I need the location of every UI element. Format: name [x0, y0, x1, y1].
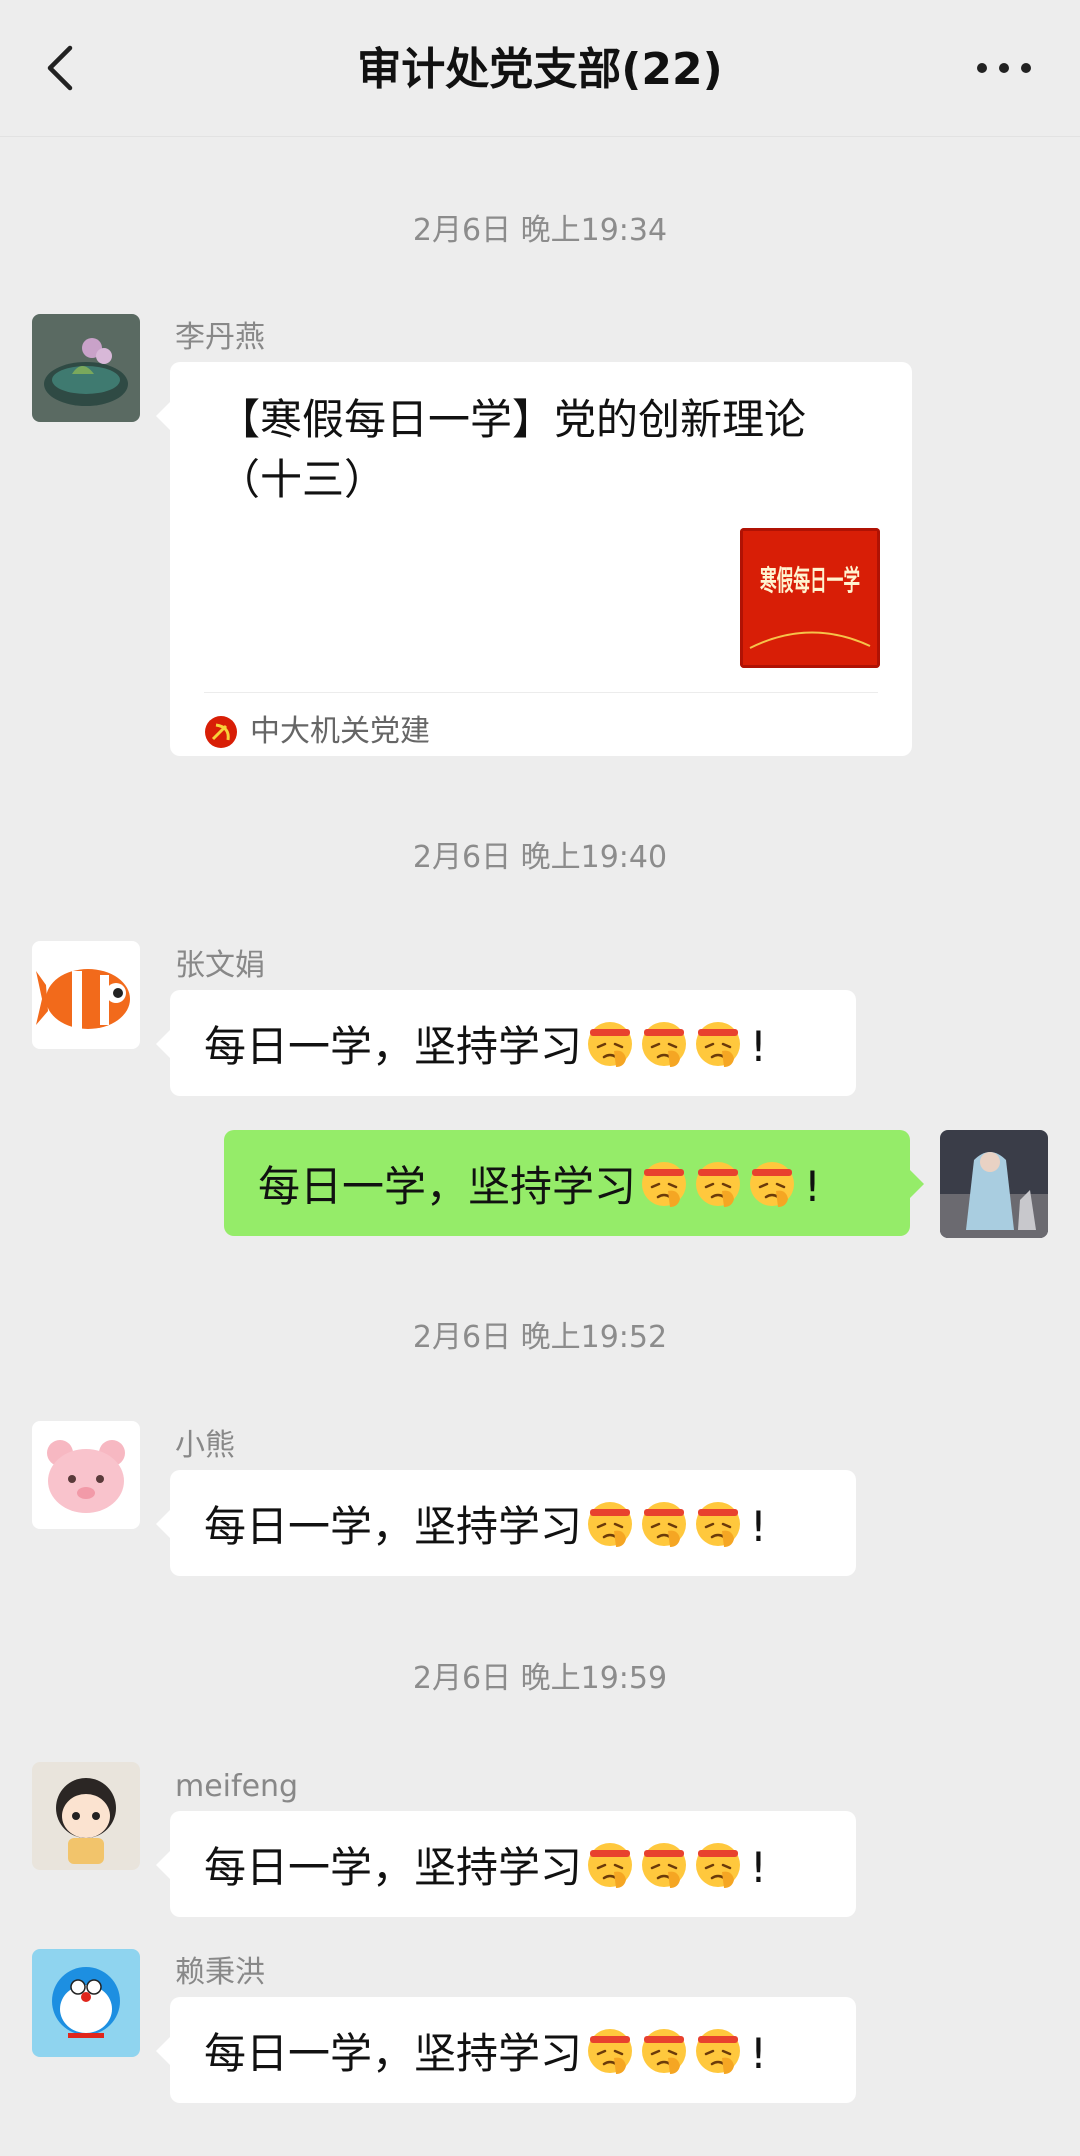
article-thumbnail: 寒假每日一学	[740, 528, 880, 668]
more-icon	[977, 63, 1031, 73]
sender-name: 赖秉洪	[175, 1955, 265, 1990]
timestamp: 2月6日 晚上19:34	[412, 213, 668, 248]
avatar-image	[940, 1130, 1048, 1238]
exclamation-mark: !	[750, 2029, 767, 2078]
salute-emoji-icon	[696, 1162, 741, 1207]
message-text: 每日一学，坚持学习	[204, 1843, 583, 1892]
timestamp: 2月6日 晚上19:59	[412, 1661, 668, 1696]
salute-emoji-icon	[750, 1162, 795, 1207]
salute-emoji-icon	[696, 1022, 741, 1067]
salute-emoji-icon	[588, 1022, 633, 1067]
message-bubble[interactable]: 每日一学，坚持学习 !	[156, 1997, 856, 2103]
avatar[interactable]	[32, 1421, 140, 1529]
chat-title: 审计处党支部(22)	[357, 44, 723, 95]
sender-name: 张文娟	[175, 948, 265, 983]
avatar-image	[32, 941, 140, 1049]
message-content: 每日一学，坚持学习 !	[204, 1838, 767, 1898]
avatar-image	[32, 1949, 140, 2057]
sender-name: meifeng	[175, 1769, 299, 1804]
emoji-group	[638, 1157, 800, 1209]
article-card[interactable]: 【寒假每日一学】党的创新理论（十三） 寒假每日一学 中大机关党建	[156, 362, 912, 757]
more-button[interactable]	[964, 36, 1044, 100]
salute-emoji-icon	[588, 2029, 633, 2074]
message-bubble[interactable]: 每日一学，坚持学习 !	[156, 990, 856, 1096]
article-title: 【寒假每日一学】党的创新理论（十三）	[218, 395, 807, 504]
message-bubble[interactable]: 每日一学，坚持学习 !	[156, 1470, 856, 1576]
avatar-image	[32, 314, 140, 422]
avatar-image	[32, 1421, 140, 1529]
emoji-group	[584, 1497, 746, 1549]
salute-emoji-icon	[642, 1162, 687, 1207]
avatar[interactable]	[32, 941, 140, 1049]
exclamation-mark: !	[750, 1843, 767, 1892]
exclamation-mark: !	[750, 1022, 767, 1071]
salute-emoji-icon	[642, 1843, 687, 1888]
avatar[interactable]	[32, 1762, 140, 1870]
salute-emoji-icon	[588, 1502, 633, 1547]
avatar[interactable]	[32, 1949, 140, 2057]
exclamation-mark: !	[804, 1162, 821, 1211]
salute-emoji-icon	[588, 1843, 633, 1888]
article-source: 中大机关党建	[204, 707, 430, 757]
timestamp: 2月6日 晚上19:40	[412, 840, 668, 875]
salute-emoji-icon	[696, 2029, 741, 2074]
chevron-left-icon	[47, 45, 73, 91]
message-text: 每日一学，坚持学习	[204, 1022, 583, 1071]
message-text: 每日一学，坚持学习	[204, 2029, 583, 2078]
avatar-image	[32, 1762, 140, 1870]
thumbnail-text: 寒假每日一学	[760, 564, 860, 597]
chat-header: 审计处党支部(22)	[0, 0, 1080, 137]
divider	[204, 692, 878, 693]
exclamation-mark: !	[750, 1502, 767, 1551]
salute-emoji-icon	[642, 2029, 687, 2074]
message-bubble-self[interactable]: 每日一学，坚持学习 !	[224, 1130, 924, 1236]
sender-name: 李丹燕	[175, 320, 265, 355]
back-button[interactable]	[36, 36, 84, 100]
message-text: 每日一学，坚持学习	[258, 1162, 637, 1211]
salute-emoji-icon	[696, 1502, 741, 1547]
emoji-group	[584, 2024, 746, 2076]
sender-name: 小熊	[175, 1428, 235, 1463]
timestamp: 2月6日 晚上19:52	[412, 1320, 668, 1355]
avatar[interactable]	[32, 314, 140, 422]
message-content: 每日一学，坚持学习 !	[204, 1497, 767, 1557]
source-name: 中大机关党建	[250, 714, 430, 749]
message-text: 每日一学，坚持学习	[204, 1502, 583, 1551]
emoji-group	[584, 1017, 746, 1069]
salute-emoji-icon	[642, 1502, 687, 1547]
salute-emoji-icon	[696, 1843, 741, 1888]
my-avatar[interactable]	[940, 1130, 1048, 1238]
message-content: 每日一学，坚持学习 !	[204, 1017, 767, 1077]
emoji-group	[584, 1838, 746, 1890]
salute-emoji-icon	[642, 1022, 687, 1067]
party-emblem-icon	[204, 715, 238, 749]
message-bubble[interactable]: 每日一学，坚持学习 !	[156, 1811, 856, 1917]
message-content: 每日一学，坚持学习 !	[258, 1157, 821, 1217]
message-content: 每日一学，坚持学习 !	[204, 2024, 767, 2084]
